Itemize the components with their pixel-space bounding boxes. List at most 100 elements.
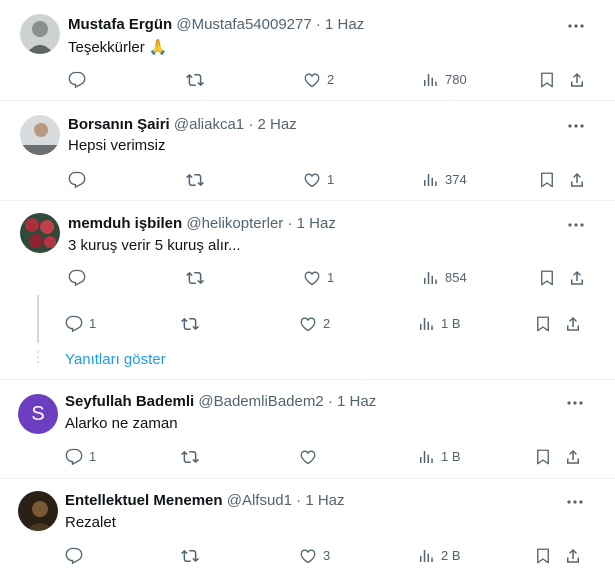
thread-dots [36, 351, 40, 366]
avatar[interactable] [20, 115, 60, 155]
separator-dot: · [315, 16, 321, 33]
more-icon[interactable] [566, 394, 584, 412]
author-handle[interactable]: @Alfsud1 [227, 492, 292, 509]
like-button[interactable]: 3 [299, 546, 330, 566]
tweet-text: Rezalet [65, 514, 116, 531]
tweet-text: Teşekkürler 🙏 [68, 39, 168, 56]
more-icon[interactable] [567, 117, 585, 135]
bookmark-button[interactable] [534, 314, 552, 334]
author-handle[interactable]: @helikopterler [186, 215, 283, 232]
share-icon [571, 72, 583, 87]
action-bar: 1 1 B [65, 447, 585, 467]
like-icon [304, 73, 320, 88]
tweet-date[interactable]: 1 Haz [325, 16, 364, 33]
bookmark-icon [537, 449, 549, 465]
bookmark-icon [541, 172, 553, 188]
reply-icon [68, 171, 86, 189]
tweet-date[interactable]: 1 Haz [337, 393, 376, 410]
views-button[interactable]: 1 B [417, 447, 461, 467]
avatar[interactable] [20, 213, 60, 253]
views-icon [420, 451, 433, 463]
like-count: 3 [323, 548, 331, 563]
more-icon[interactable] [566, 493, 584, 511]
share-button[interactable] [564, 314, 582, 334]
like-count: 2 [327, 72, 335, 87]
tweet-header: Borsanın Şairi @aliakca1 · 2 Haz [68, 115, 297, 135]
views-button[interactable]: 854 [421, 268, 467, 288]
views-button[interactable]: 1 B [417, 314, 461, 334]
like-button[interactable]: 2 [299, 314, 330, 334]
share-button[interactable] [568, 170, 586, 190]
views-count: 854 [445, 270, 467, 285]
share-icon [571, 270, 583, 285]
bookmark-button[interactable] [538, 70, 556, 90]
retweet-button[interactable] [181, 447, 205, 467]
bookmark-button[interactable] [534, 546, 552, 566]
author-handle[interactable]: @BademliBadem2 [198, 393, 323, 410]
tweet[interactable]: Entellektuel Menemen @Alfsud1 · 1 Haz Re… [0, 479, 615, 577]
share-icon [567, 316, 579, 331]
reply-button[interactable] [68, 170, 92, 190]
retweet-button[interactable] [181, 546, 205, 566]
reply-button[interactable]: 1 [65, 314, 96, 334]
share-icon [567, 548, 579, 563]
tweet-date[interactable]: 1 Haz [305, 492, 344, 509]
tweet[interactable]: S Seyfullah Bademli @BademliBadem2 · 1 H… [0, 380, 615, 478]
retweet-button[interactable] [186, 70, 210, 90]
like-icon [300, 450, 316, 465]
author-handle[interactable]: @aliakca1 [174, 116, 244, 133]
tweet-date[interactable]: 1 Haz [297, 215, 336, 232]
tweet-text: 3 kuruş verir 5 kuruş alır... [68, 237, 241, 254]
like-button[interactable]: 1 [303, 170, 334, 190]
bookmark-button[interactable] [538, 170, 556, 190]
like-count: 1 [327, 172, 335, 187]
share-button[interactable] [568, 268, 586, 288]
retweet-icon [181, 549, 199, 563]
author-name[interactable]: Mustafa Ergün [68, 16, 172, 33]
tweet-header: memduh işbilen @helikopterler · 1 Haz [68, 214, 336, 234]
author-name[interactable]: Seyfullah Bademli [65, 393, 194, 410]
views-count: 374 [445, 172, 467, 187]
bookmark-button[interactable] [538, 268, 556, 288]
share-button[interactable] [568, 70, 586, 90]
views-button[interactable]: 780 [421, 70, 467, 90]
views-button[interactable]: 2 B [417, 546, 461, 566]
tweet[interactable]: Mustafa Ergün @Mustafa54009277 · 1 Haz T… [0, 0, 615, 100]
avatar[interactable] [20, 14, 60, 54]
reply-button[interactable] [65, 546, 89, 566]
share-button[interactable] [564, 447, 582, 467]
views-count: 2 B [441, 548, 461, 563]
thread-reply-stub[interactable]: · · · 1 2 1 B Yanıtları göster [0, 285, 615, 379]
reply-count: 1 [89, 449, 97, 464]
separator-dot: · [296, 492, 302, 509]
bookmark-icon [541, 270, 553, 286]
author-name[interactable]: Borsanın Şairi [68, 116, 170, 133]
share-button[interactable] [564, 546, 582, 566]
avatar[interactable] [18, 491, 58, 531]
author-name[interactable]: memduh işbilen [68, 215, 182, 232]
avatar-letter: S [31, 403, 45, 425]
views-count: 1 B [441, 449, 461, 464]
tweet-date[interactable]: 2 Haz [257, 116, 296, 133]
author-name[interactable]: Entellektuel Menemen [65, 492, 223, 509]
tweet[interactable]: memduh işbilen @helikopterler · 1 Haz 3 … [0, 201, 615, 295]
like-count: 2 [323, 316, 331, 331]
like-button[interactable]: 1 [303, 268, 334, 288]
like-button[interactable]: 2 [303, 70, 334, 90]
more-icon[interactable] [567, 216, 585, 234]
reply-button[interactable]: 1 [65, 447, 96, 467]
tweet-text: Hepsi verimsiz [68, 137, 166, 154]
more-icon[interactable] [567, 17, 585, 35]
like-button[interactable] [299, 447, 323, 467]
views-button[interactable]: 374 [421, 170, 467, 190]
avatar[interactable]: S [18, 394, 58, 434]
author-handle[interactable]: @Mustafa54009277 [176, 16, 311, 33]
bookmark-button[interactable] [534, 447, 552, 467]
show-replies-link[interactable]: Yanıtları göster [65, 350, 166, 370]
reply-button[interactable] [68, 70, 92, 90]
action-bar: 1 374 [68, 170, 588, 190]
tweet[interactable]: Borsanın Şairi @aliakca1 · 2 Haz Hepsi v… [0, 101, 615, 200]
retweet-button[interactable] [181, 314, 205, 334]
tweet-text: Alarko ne zaman [65, 415, 178, 432]
retweet-button[interactable] [186, 170, 210, 190]
